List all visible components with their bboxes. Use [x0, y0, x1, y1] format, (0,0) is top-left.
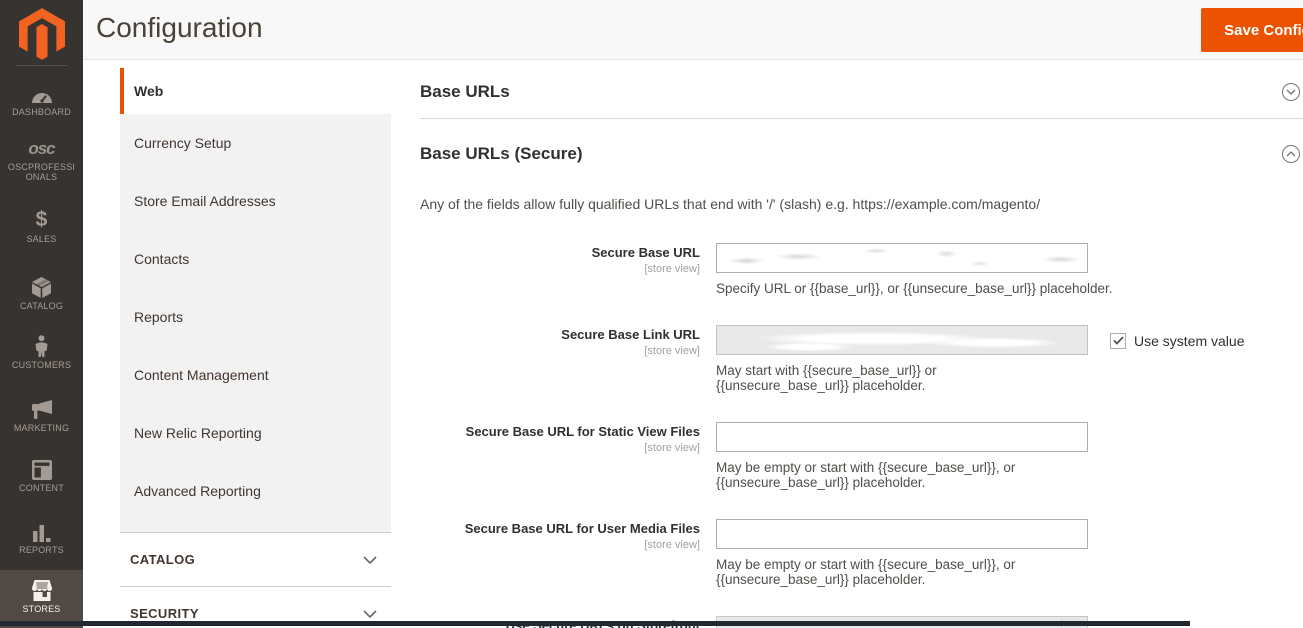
- sidebar-item-oscprofessionals[interactable]: osc OSCPROFESSIONALS: [0, 133, 83, 182]
- store-icon: [0, 570, 83, 601]
- config-nav: Web Currency Setup Store Email Addresses…: [120, 68, 391, 628]
- field-note: May start with {{secure_base_url}} or {{…: [716, 362, 937, 394]
- sidebar-item-label: REPORTS: [19, 545, 64, 555]
- sidebar-item-customers[interactable]: CUSTOMERS: [0, 334, 83, 370]
- field-scope: [store view]: [644, 538, 700, 551]
- section-note: Any of the fields allow fully qualified …: [420, 196, 1041, 212]
- field-note: Specify URL or {{base_url}}, or {{unsecu…: [716, 281, 1113, 296]
- sidebar-item-label: DASHBOARD: [12, 107, 71, 117]
- field-note: May be empty or start with {{secure_base…: [716, 556, 1016, 588]
- section-label: SECURITY: [130, 606, 199, 621]
- config-nav-item-currency-setup[interactable]: Currency Setup: [120, 114, 391, 172]
- config-nav-section-catalog[interactable]: CATALOG: [120, 532, 391, 586]
- person-icon: [0, 334, 83, 357]
- field-row-secure-base-link-url: Secure Base Link URL [store view] May st…: [420, 324, 1303, 394]
- collapse-toggle-chevron-down-icon[interactable]: [1282, 83, 1300, 101]
- sidebar-item-label: CONTENT: [19, 483, 64, 493]
- secure-base-url-media-input[interactable]: [716, 518, 1088, 549]
- config-nav-item-store-email-addresses[interactable]: Store Email Addresses: [120, 172, 391, 230]
- sidebar-item-label: SALES: [26, 234, 57, 244]
- chevron-down-icon: [363, 555, 377, 564]
- config-nav-item-content-management[interactable]: Content Management: [120, 346, 391, 404]
- field-label: Secure Base URL for User Media Files: [464, 520, 700, 536]
- secure-base-link-url-input[interactable]: [716, 324, 1088, 355]
- config-nav-item-reports[interactable]: Reports: [120, 288, 391, 346]
- config-nav-item-advanced-reporting[interactable]: Advanced Reporting: [120, 462, 391, 520]
- use-system-value-checkbox[interactable]: [1110, 332, 1126, 349]
- section-divider: [420, 118, 1303, 119]
- section-title-base-urls-secure: Base URLs (Secure): [420, 144, 583, 163]
- osc-logo-icon: osc: [28, 139, 55, 158]
- sidebar-item-reports[interactable]: REPORTS: [0, 519, 83, 555]
- sidebar-item-marketing[interactable]: MARKETING: [0, 397, 83, 433]
- section-label: CATALOG: [130, 552, 196, 567]
- base-urls-secure-form: Secure Base URL [store view] Specify URL…: [420, 243, 1303, 628]
- config-nav-item-contacts[interactable]: Contacts: [120, 230, 391, 288]
- page-header: Configuration Save Config: [83, 0, 1303, 60]
- app-sidebar: DASHBOARD osc OSCPROFESSIONALS $ SALES C…: [0, 0, 83, 628]
- sidebar-item-content[interactable]: CONTENT: [0, 457, 83, 493]
- sidebar-item-catalog[interactable]: CATALOG: [0, 275, 83, 311]
- page-title: Configuration: [96, 12, 263, 43]
- gauge-icon: [0, 81, 83, 104]
- field-scope: [store view]: [644, 441, 700, 454]
- sidebar-item-label: CUSTOMERS: [11, 360, 72, 370]
- sidebar-item-label: CATALOG: [19, 301, 64, 311]
- megaphone-icon: [0, 397, 83, 420]
- secure-base-url-input[interactable]: [716, 243, 1088, 273]
- config-content: Base URLs Base URLs (Secure) Any of the …: [420, 60, 1303, 628]
- sidebar-item-label: MARKETING: [13, 423, 70, 433]
- bar-chart-icon: [0, 519, 83, 542]
- chevron-down-icon: [363, 609, 377, 618]
- config-nav-group: Currency Setup Store Email Addresses Con…: [120, 114, 391, 532]
- dollar-icon: $: [35, 208, 48, 231]
- sidebar-item-label: OSCPROFESSIONALS: [7, 162, 76, 182]
- secure-base-url-static-input[interactable]: [716, 421, 1088, 452]
- layout-icon: [0, 457, 83, 480]
- field-row-secure-base-url: Secure Base URL [store view] Specify URL…: [420, 243, 1303, 297]
- field-label: Secure Base URL: [591, 245, 700, 260]
- config-nav-item-web-active[interactable]: Web: [120, 68, 391, 114]
- save-config-button[interactable]: Save Config: [1201, 8, 1303, 52]
- sidebar-divider: [16, 65, 67, 66]
- sidebar-item-stores[interactable]: STORES: [0, 570, 83, 628]
- field-scope: [store view]: [644, 263, 700, 275]
- field-label: Secure Base Link URL: [561, 326, 700, 342]
- use-system-value-label: Use system value: [1134, 332, 1245, 349]
- field-row-secure-base-url-media: Secure Base URL for User Media Files [st…: [420, 518, 1303, 588]
- sidebar-item-sales[interactable]: $ SALES: [0, 208, 83, 245]
- collapse-toggle-chevron-up-icon[interactable]: [1282, 145, 1300, 163]
- field-row-secure-base-url-static: Secure Base URL for Static View Files [s…: [420, 421, 1303, 491]
- box-icon: [0, 275, 83, 298]
- config-nav-item-new-relic-reporting[interactable]: New Relic Reporting: [120, 404, 391, 462]
- bottom-edge-bar: [0, 621, 1190, 626]
- sidebar-item-label: STORES: [22, 604, 61, 614]
- magento-logo-icon[interactable]: [0, 8, 83, 60]
- field-note: May be empty or start with {{secure_base…: [716, 459, 1016, 491]
- field-label: Secure Base URL for Static View Files: [465, 423, 700, 439]
- field-scope: [store view]: [644, 344, 700, 357]
- section-title-base-urls: Base URLs: [420, 82, 510, 101]
- sidebar-item-dashboard[interactable]: DASHBOARD: [0, 81, 83, 117]
